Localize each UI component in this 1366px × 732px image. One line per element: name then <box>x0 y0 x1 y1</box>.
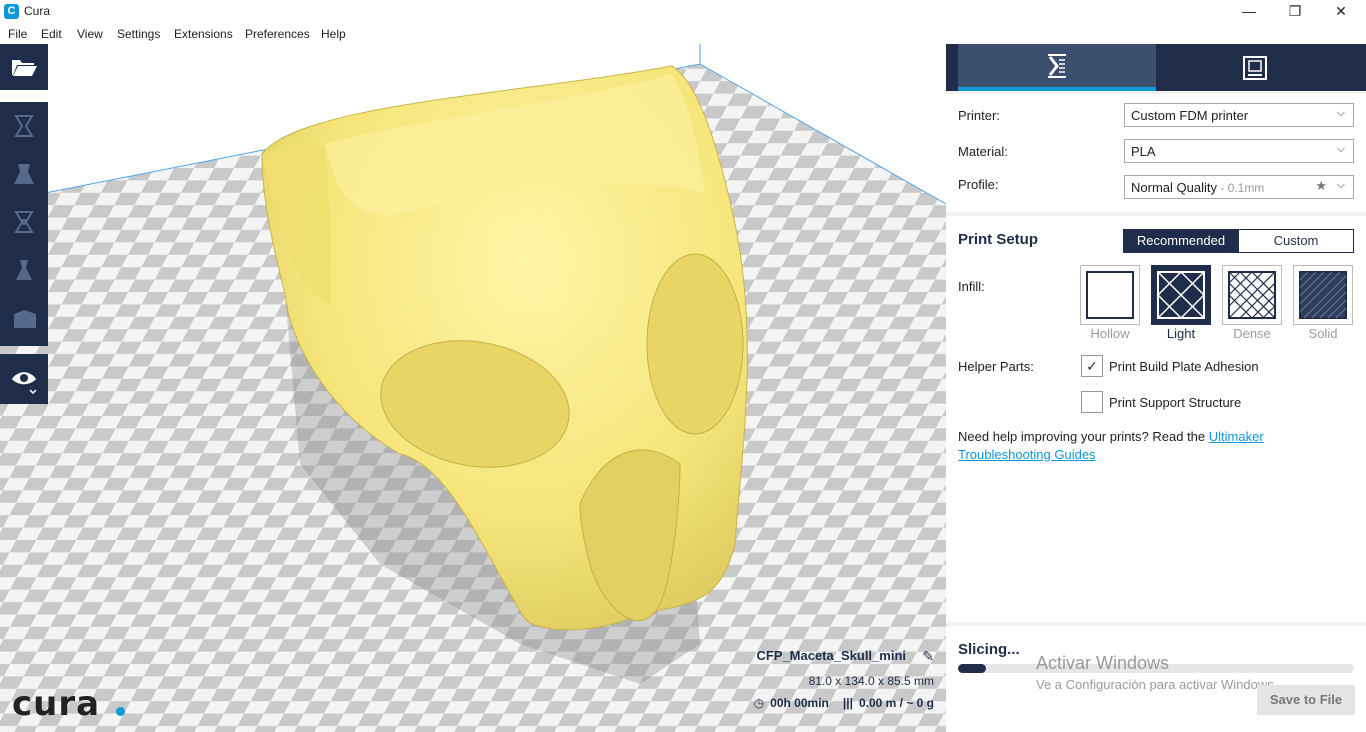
minimize-button[interactable]: — <box>1226 0 1272 24</box>
view-mode-eye-icon <box>12 372 37 394</box>
help-text: Need help improving your prints? Read th… <box>958 428 1338 464</box>
recommended-toggle[interactable]: Recommended <box>1123 229 1239 253</box>
clock-icon: ◷ <box>753 696 765 710</box>
cura-logo-dot <box>116 707 125 716</box>
infill-solid-icon <box>1299 271 1347 319</box>
tab-monitor[interactable] <box>1156 44 1354 91</box>
cura-logo: cura <box>12 684 101 724</box>
cura-app-icon: C <box>4 4 19 19</box>
infill-light-label: Light <box>1166 326 1196 341</box>
menu-preferences[interactable]: Preferences <box>245 27 310 41</box>
title-bar: C Cura — ❐ ✕ <box>0 0 1366 24</box>
slicing-card: Slicing... Activar Windows Ve a Configur… <box>946 626 1366 732</box>
object-name: CFP_Maceta_Skull_mini <box>756 648 906 663</box>
profile-select[interactable]: Normal Quality - 0.1mm ★ ⌵ <box>1124 175 1354 199</box>
menu-extensions[interactable]: Extensions <box>174 27 233 41</box>
scale-icon[interactable] <box>10 160 38 188</box>
object-dimensions: 81.0 x 134.0 x 85.5 mm <box>808 674 934 688</box>
helper-parts-label: Helper Parts: <box>958 359 1034 374</box>
infill-solid-label: Solid <box>1308 326 1338 341</box>
material-usage: 0.00 m / ~ 0 g <box>858 696 934 710</box>
open-folder-icon <box>12 60 37 76</box>
menu-bar: File Edit View Settings Extensions Prefe… <box>0 24 1366 44</box>
infill-hollow-option[interactable] <box>1080 265 1140 325</box>
print-setup-title: Print Setup <box>958 231 1039 248</box>
printer-select[interactable]: Custom FDM printer ⌵ <box>1124 103 1354 127</box>
print-stats: ◷ 00h 00min ||| 0.00 m / ~ 0 g <box>754 696 934 710</box>
close-button[interactable]: ✕ <box>1318 0 1364 24</box>
maximize-button[interactable]: ❐ <box>1272 0 1318 24</box>
material-value: PLA <box>1131 144 1156 159</box>
per-model-settings-icon[interactable] <box>10 304 38 332</box>
chevron-down-icon: ⌵ <box>1336 107 1345 119</box>
printer-value: Custom FDM printer <box>1131 108 1249 123</box>
infill-dense-label: Dense <box>1233 326 1271 341</box>
pencil-edit-icon[interactable]: ✎ <box>922 648 934 665</box>
build-plate-scene[interactable] <box>0 44 946 732</box>
menu-help[interactable]: Help <box>321 27 346 41</box>
profile-value: Normal Quality <box>1131 180 1217 195</box>
machine-card: Printer: Custom FDM printer ⌵ Material: … <box>946 94 1366 212</box>
settings-panel: Printer: Custom FDM printer ⌵ Material: … <box>946 44 1366 732</box>
panel-tabs <box>946 44 1366 91</box>
menu-edit[interactable]: Edit <box>41 27 62 41</box>
custom-toggle[interactable]: Custom <box>1238 229 1354 253</box>
support-checkbox[interactable] <box>1081 391 1103 413</box>
infill-label: Infill: <box>958 279 985 294</box>
viewport-3d[interactable]: cura CFP_Maceta_Skull_mini ✎ 81.0 x 134.… <box>0 44 946 732</box>
translate-icon[interactable] <box>10 112 38 140</box>
rotate-icon[interactable] <box>10 208 38 236</box>
star-icon[interactable]: ★ <box>1315 178 1327 194</box>
adhesion-checkbox[interactable]: ✓ <box>1081 355 1103 377</box>
profile-suffix: - 0.1mm <box>1216 181 1265 195</box>
infill-dense-option[interactable] <box>1222 265 1282 325</box>
adhesion-label: Print Build Plate Adhesion <box>1109 359 1259 374</box>
chevron-down-icon: ⌵ <box>1336 143 1345 155</box>
save-to-file-button[interactable]: Save to File <box>1257 685 1355 715</box>
activation-watermark-title: Activar Windows <box>1036 653 1170 673</box>
printer-label: Printer: <box>958 108 1000 123</box>
infill-hollow-icon <box>1086 271 1134 319</box>
print-settings-icon <box>1048 53 1066 78</box>
material-label: Material: <box>958 144 1008 159</box>
menu-view[interactable]: View <box>77 27 103 41</box>
print-setup-card: Print Setup Recommended Custom Infill: H… <box>946 216 1366 622</box>
slicing-title: Slicing... <box>958 641 1020 658</box>
activation-watermark-subtitle: Ve a Configuración para activar Windows. <box>1036 677 1278 692</box>
support-label: Print Support Structure <box>1109 395 1242 410</box>
infill-dense-icon <box>1228 271 1276 319</box>
infill-light-icon <box>1156 270 1206 320</box>
slicing-progress-fill <box>958 664 986 673</box>
tab-print-settings[interactable] <box>958 44 1156 91</box>
filament-icon: ||| <box>842 696 853 710</box>
monitor-icon <box>1243 55 1267 80</box>
material-select[interactable]: PLA ⌵ <box>1124 139 1354 163</box>
chevron-down-icon: ⌵ <box>1336 179 1345 191</box>
window-title: Cura <box>24 4 51 18</box>
mirror-icon[interactable] <box>10 256 38 284</box>
tool-group <box>0 102 48 346</box>
infill-hollow-label: Hollow <box>1090 326 1130 341</box>
view-mode-button[interactable] <box>0 354 48 404</box>
menu-file[interactable]: File <box>8 27 27 41</box>
print-time: 00h 00min <box>770 696 829 710</box>
open-file-button[interactable] <box>0 44 48 90</box>
menu-settings[interactable]: Settings <box>117 27 160 41</box>
infill-light-option[interactable] <box>1151 265 1211 325</box>
help-text-prefix: Need help improving your prints? Read th… <box>958 429 1209 444</box>
infill-solid-option[interactable] <box>1293 265 1353 325</box>
profile-label: Profile: <box>958 177 999 192</box>
